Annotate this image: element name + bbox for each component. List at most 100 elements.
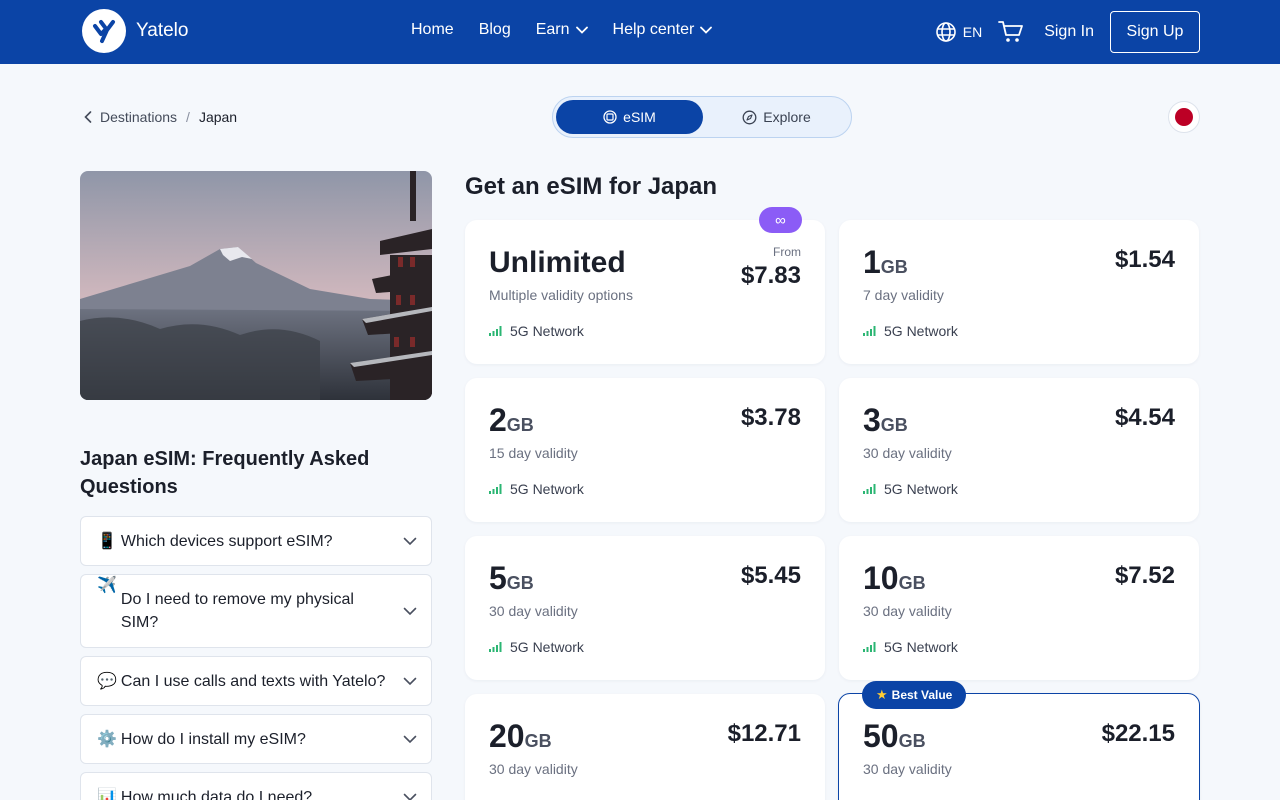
plan-card-20gb[interactable]: 20GB 30 day validity 5G Network $12.71 (465, 694, 825, 800)
unlimited-badge: ∞ (759, 207, 802, 233)
chevron-down-icon (700, 26, 713, 34)
best-value-badge: ★ Best Value (862, 681, 967, 709)
chevron-down-icon (403, 537, 417, 545)
plan-amount: 20GB (489, 718, 552, 754)
plan-validity: 7 day validity (863, 287, 944, 303)
header-actions: EN Sign In Sign Up (935, 0, 1200, 64)
star-icon: ★ (876, 687, 888, 702)
tab-esim[interactable]: eSIM (556, 100, 703, 134)
gear-emoji-icon: ⚙️ (97, 731, 117, 748)
plan-network: 5G Network (489, 323, 584, 339)
plan-card-10gb[interactable]: 10GB 30 day validity 5G Network $7.52 (839, 536, 1199, 680)
phone-emoji-icon: 📱 (97, 533, 117, 550)
plan-network: 5G Network (489, 481, 584, 497)
plan-name: Unlimited (489, 246, 626, 279)
plan-validity: Multiple validity options (489, 287, 633, 303)
breadcrumb-destinations[interactable]: Destinations (100, 109, 177, 125)
plan-validity: 30 day validity (863, 445, 952, 461)
chevron-down-icon (403, 793, 417, 800)
signal-icon (863, 326, 876, 336)
signal-icon (489, 326, 502, 336)
network-label: 5G Network (884, 639, 958, 655)
bar-chart-emoji-icon: 📊 (97, 789, 117, 800)
cart-icon (998, 21, 1024, 42)
plan-card-3gb[interactable]: 3GB 30 day validity 5G Network $4.54 (839, 378, 1199, 522)
faq-item-calls-texts[interactable]: 💬 Can I use calls and texts with Yatelo? (80, 656, 432, 706)
brand-name: Yatelo (136, 20, 189, 41)
sign-in-link[interactable]: Sign In (1044, 23, 1094, 41)
tab-esim-label: eSIM (623, 109, 656, 125)
chevron-down-icon (403, 735, 417, 743)
plan-card-5gb[interactable]: 5GB 30 day validity 5G Network $5.45 (465, 536, 825, 680)
plan-validity: 30 day validity (489, 761, 578, 777)
plans-heading: Get an eSIM for Japan (465, 173, 718, 200)
language-selector[interactable]: EN (935, 21, 982, 43)
plan-amount: 1GB (863, 244, 908, 280)
plan-price: $5.45 (740, 562, 801, 589)
tab-explore-label: Explore (763, 109, 811, 125)
compass-icon (742, 110, 757, 124)
speech-bubble-emoji-icon: 💬 (97, 673, 117, 690)
top-navigation-bar: Yatelo Home Blog Earn Help center EN Sig… (0, 0, 1280, 64)
plan-card-1gb[interactable]: 1GB 7 day validity 5G Network $1.54 (839, 220, 1199, 364)
nav-earn-label: Earn (535, 21, 570, 38)
chevron-left-icon[interactable] (84, 111, 92, 123)
nav-home-label: Home (411, 21, 454, 38)
chevron-down-icon (403, 677, 417, 685)
nav-help-center-label: Help center (612, 21, 695, 38)
plan-price: $12.71 (727, 720, 801, 747)
plan-validity: 30 day validity (489, 603, 578, 619)
network-label: 5G Network (884, 481, 958, 497)
tab-explore[interactable]: Explore (703, 100, 850, 134)
plan-price: $7.83 (740, 262, 801, 289)
plan-amount: 2GB (489, 402, 534, 438)
plan-amount: 5GB (489, 560, 534, 596)
breadcrumb-current: Japan (198, 109, 238, 125)
plan-validity: 15 day validity (489, 445, 578, 461)
plan-amount: 3GB (863, 402, 908, 438)
plan-amount: 50GB (863, 718, 926, 754)
faq-question: Can I use calls and texts with Yatelo? (120, 672, 386, 690)
plan-price: $7.52 (1114, 562, 1175, 589)
faq-item-physical-sim[interactable]: ✈️ Do I need to remove my physical SIM? (80, 574, 432, 648)
plan-card-unlimited[interactable]: Unlimited Multiple validity options 5G N… (465, 220, 825, 364)
nav-blog-label: Blog (478, 21, 511, 38)
plan-price: $22.15 (1101, 720, 1175, 747)
faq-item-data-needed[interactable]: 📊 How much data do I need? (80, 772, 432, 800)
plan-network: 5G Network (863, 323, 958, 339)
plan-price: $4.54 (1114, 404, 1175, 431)
globe-icon (935, 22, 956, 42)
sign-up-button[interactable]: Sign Up (1110, 11, 1200, 53)
nav-home[interactable]: Home (411, 21, 454, 39)
yatelo-logo-icon (82, 9, 126, 53)
signal-icon (863, 642, 876, 652)
faq-item-devices[interactable]: 📱 Which devices support eSIM? (80, 516, 432, 566)
faq-heading: Japan eSIM: Frequently Asked Questions (80, 448, 370, 498)
price-from-label: From (773, 245, 801, 259)
cart-button[interactable] (998, 20, 1024, 44)
plan-network: 5G Network (863, 639, 958, 655)
esim-chip-icon (603, 110, 617, 124)
nav-earn[interactable]: Earn (536, 21, 588, 39)
plan-price: $1.54 (1114, 246, 1175, 273)
japan-flag-icon (1168, 101, 1200, 133)
chevron-down-icon (575, 26, 588, 34)
breadcrumb: Destinations / Japan (84, 109, 237, 125)
faq-question: How do I install my eSIM? (120, 730, 306, 748)
airplane-emoji-icon: ✈️ (97, 577, 117, 594)
faq-question: Do I need to remove my physical SIM? (120, 591, 354, 631)
brand-logo[interactable]: Yatelo (82, 9, 188, 53)
language-code: EN (962, 24, 983, 40)
plan-card-50gb[interactable]: 50GB 30 day validity 5G Network $22.15 (838, 693, 1200, 800)
network-label: 5G Network (510, 323, 584, 339)
plan-card-2gb[interactable]: 2GB 15 day validity 5G Network $3.78 (465, 378, 825, 522)
faq-item-install[interactable]: ⚙️ How do I install my eSIM? (80, 714, 432, 764)
signal-icon (863, 484, 876, 494)
nav-help-center[interactable]: Help center (613, 21, 713, 39)
signal-icon (489, 484, 502, 494)
network-label: 5G Network (884, 323, 958, 339)
nav-blog[interactable]: Blog (479, 21, 511, 39)
plan-amount: 10GB (863, 560, 926, 596)
view-toggle: eSIM Explore (552, 96, 852, 138)
faq-question: How much data do I need? (120, 788, 313, 800)
